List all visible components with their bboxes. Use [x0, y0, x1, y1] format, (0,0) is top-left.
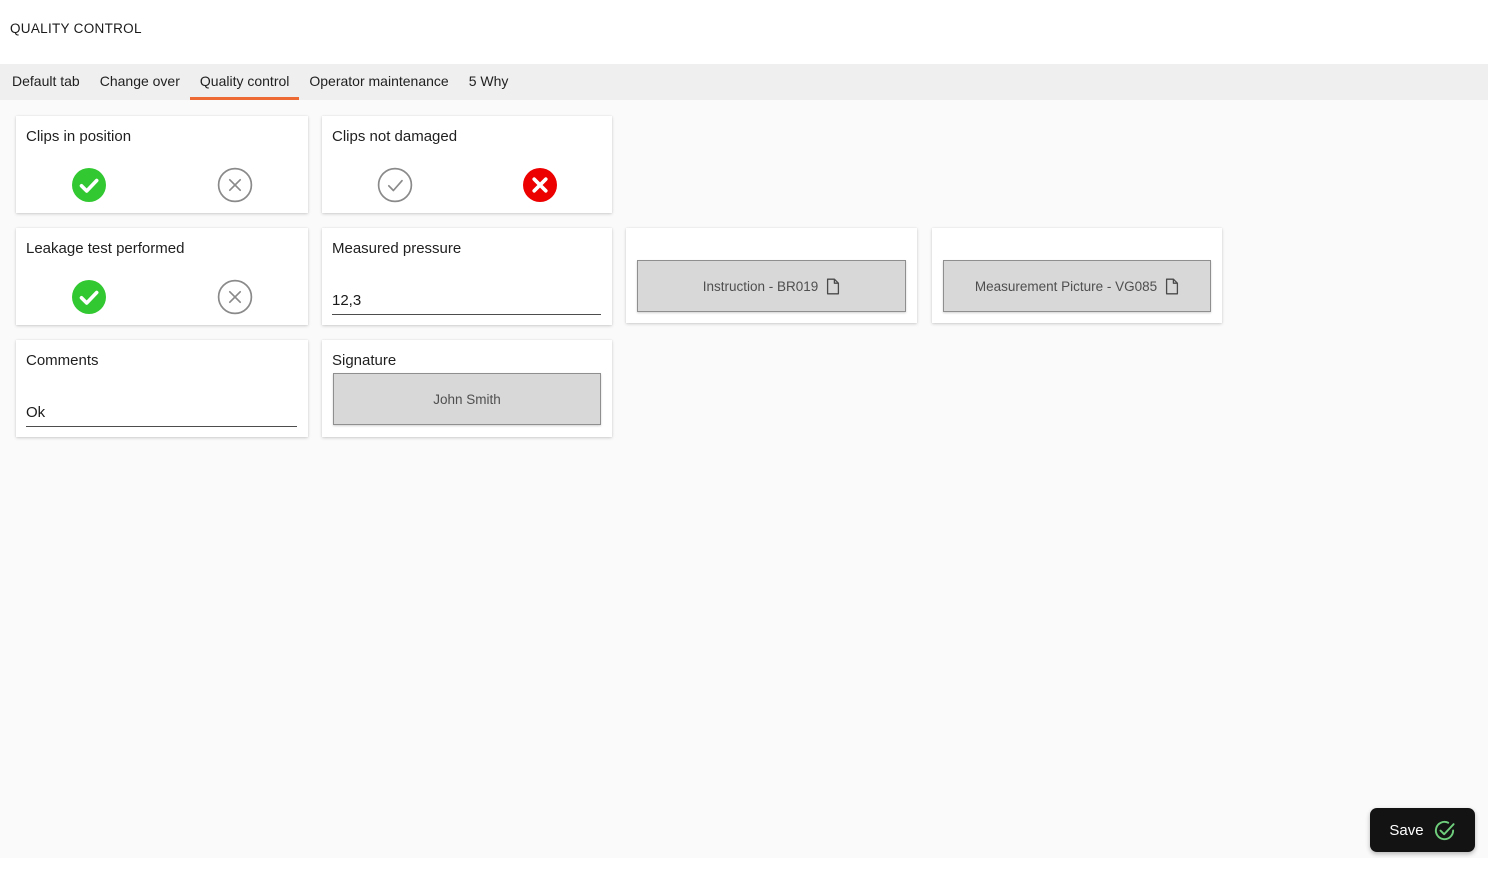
tab-bar: Default tab Change over Quality control …	[0, 64, 1488, 100]
pass-button-selected[interactable]	[71, 167, 107, 203]
x-circle-outline-icon	[217, 167, 253, 203]
fail-button-unselected[interactable]	[217, 167, 253, 203]
check-circle-outline-green-icon	[1433, 819, 1456, 842]
tab-5-why[interactable]: 5 Why	[459, 64, 519, 100]
card-clips-not-damaged: Clips not damaged	[322, 116, 612, 213]
tab-change-over[interactable]: Change over	[90, 64, 190, 100]
pass-fail-choices	[322, 167, 612, 203]
card-label: Clips not damaged	[332, 128, 458, 145]
card-comments: Comments	[16, 340, 308, 437]
check-circle-filled-icon	[71, 167, 107, 203]
content-background	[0, 100, 1488, 858]
fail-button-unselected[interactable]	[217, 279, 253, 315]
pass-fail-choices	[16, 279, 308, 315]
card-leakage-test-performed: Leakage test performed	[16, 228, 308, 325]
card-signature: Signature John Smith	[322, 340, 612, 437]
card-label: Comments	[26, 352, 99, 369]
instruction-document-button[interactable]: Instruction - BR019	[637, 260, 906, 312]
pass-fail-choices	[16, 167, 308, 203]
page-title: QUALITY CONTROL	[10, 21, 142, 36]
pass-button-unselected[interactable]	[377, 167, 413, 203]
card-clips-in-position: Clips in position	[16, 116, 308, 213]
check-circle-filled-icon	[71, 279, 107, 315]
card-label: Measured pressure	[332, 240, 462, 257]
card-label: Signature	[332, 352, 397, 369]
document-icon	[1165, 278, 1179, 295]
card-label: Clips in position	[26, 128, 132, 145]
measured-pressure-input[interactable]	[332, 290, 601, 315]
x-circle-filled-icon	[522, 167, 558, 203]
button-label: Measurement Picture - VG085	[974, 278, 1158, 294]
x-circle-outline-icon	[217, 279, 253, 315]
signature-button[interactable]: John Smith	[333, 373, 601, 425]
button-label: Instruction - BR019	[702, 278, 819, 294]
save-button[interactable]: Save	[1370, 808, 1475, 852]
fail-button-selected[interactable]	[522, 167, 558, 203]
pass-button-selected[interactable]	[71, 279, 107, 315]
measurement-picture-button[interactable]: Measurement Picture - VG085	[943, 260, 1211, 312]
card-measured-pressure: Measured pressure	[322, 228, 612, 325]
comments-input[interactable]	[26, 402, 297, 427]
tab-default-tab[interactable]: Default tab	[2, 64, 90, 100]
check-circle-outline-icon	[377, 167, 413, 203]
document-icon	[826, 278, 840, 295]
tab-operator-maintenance[interactable]: Operator maintenance	[299, 64, 458, 100]
tab-quality-control[interactable]: Quality control	[189, 64, 300, 100]
save-label: Save	[1389, 821, 1424, 839]
card-measurement-picture: Measurement Picture - VG085	[932, 228, 1222, 323]
signature-name: John Smith	[433, 391, 501, 407]
card-label: Leakage test performed	[26, 240, 185, 257]
card-instruction: Instruction - BR019	[626, 228, 917, 323]
